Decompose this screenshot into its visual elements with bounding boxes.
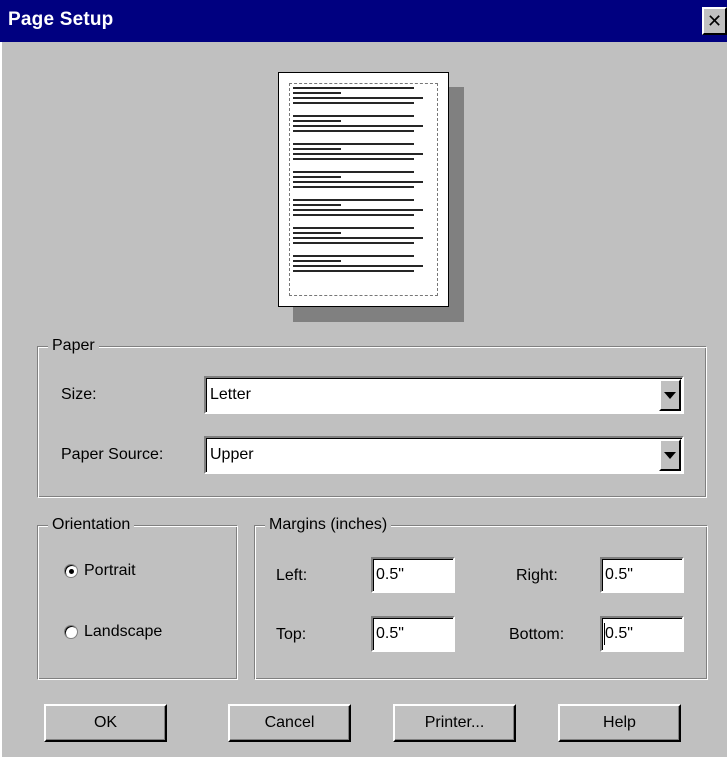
size-value: Letter bbox=[210, 386, 251, 403]
ok-button[interactable]: OK bbox=[44, 704, 167, 742]
bottom-margin-label: Bottom: bbox=[509, 626, 565, 643]
window-title: Page Setup bbox=[8, 9, 114, 30]
margins-group: Margins (inches) bbox=[254, 515, 708, 680]
left-margin-label: Left: bbox=[276, 567, 308, 584]
text-cursor bbox=[604, 623, 605, 645]
portrait-label: Portrait bbox=[84, 562, 136, 579]
paper-source-select[interactable]: Upper bbox=[204, 436, 684, 474]
landscape-option[interactable]: Landscape bbox=[64, 623, 162, 641]
page-preview bbox=[278, 72, 449, 307]
portrait-option[interactable]: Portrait bbox=[64, 562, 136, 580]
paper-group-label: Paper bbox=[48, 336, 99, 356]
orientation-group: Orientation bbox=[37, 515, 238, 680]
right-margin-input[interactable]: 0.5" bbox=[600, 557, 684, 593]
paper-source-value: Upper bbox=[210, 446, 254, 463]
left-margin-input[interactable]: 0.5" bbox=[371, 557, 455, 593]
right-margin-label: Right: bbox=[516, 567, 558, 584]
paper-group: Paper bbox=[37, 336, 707, 498]
cancel-button[interactable]: Cancel bbox=[228, 704, 351, 742]
top-margin-label: Top: bbox=[276, 626, 307, 643]
paper-source-label: Paper Source: bbox=[61, 446, 164, 463]
window-border bbox=[0, 42, 2, 757]
size-dropdown-button[interactable] bbox=[659, 379, 681, 411]
chevron-down-icon bbox=[664, 451, 676, 459]
close-button[interactable]: ✕ bbox=[702, 7, 727, 35]
help-button[interactable]: Help bbox=[558, 704, 681, 742]
size-label: Size: bbox=[61, 386, 97, 403]
paper-source-dropdown-button[interactable] bbox=[659, 439, 681, 471]
chevron-down-icon bbox=[664, 391, 676, 399]
landscape-radio[interactable] bbox=[64, 625, 78, 639]
orientation-group-label: Orientation bbox=[48, 515, 135, 535]
title-bar[interactable]: Page Setup ✕ bbox=[0, 0, 727, 42]
portrait-radio[interactable] bbox=[64, 564, 78, 578]
close-icon: ✕ bbox=[706, 11, 723, 31]
landscape-label: Landscape bbox=[84, 623, 163, 640]
top-margin-input[interactable]: 0.5" bbox=[371, 616, 455, 652]
bottom-margin-input[interactable]: 0.5" bbox=[600, 616, 684, 652]
margins-group-label: Margins (inches) bbox=[265, 515, 392, 535]
printer-button[interactable]: Printer... bbox=[393, 704, 516, 742]
bottom-margin-value: 0.5" bbox=[605, 625, 633, 642]
preview-text-lines bbox=[293, 87, 434, 275]
size-select[interactable]: Letter bbox=[204, 376, 684, 414]
